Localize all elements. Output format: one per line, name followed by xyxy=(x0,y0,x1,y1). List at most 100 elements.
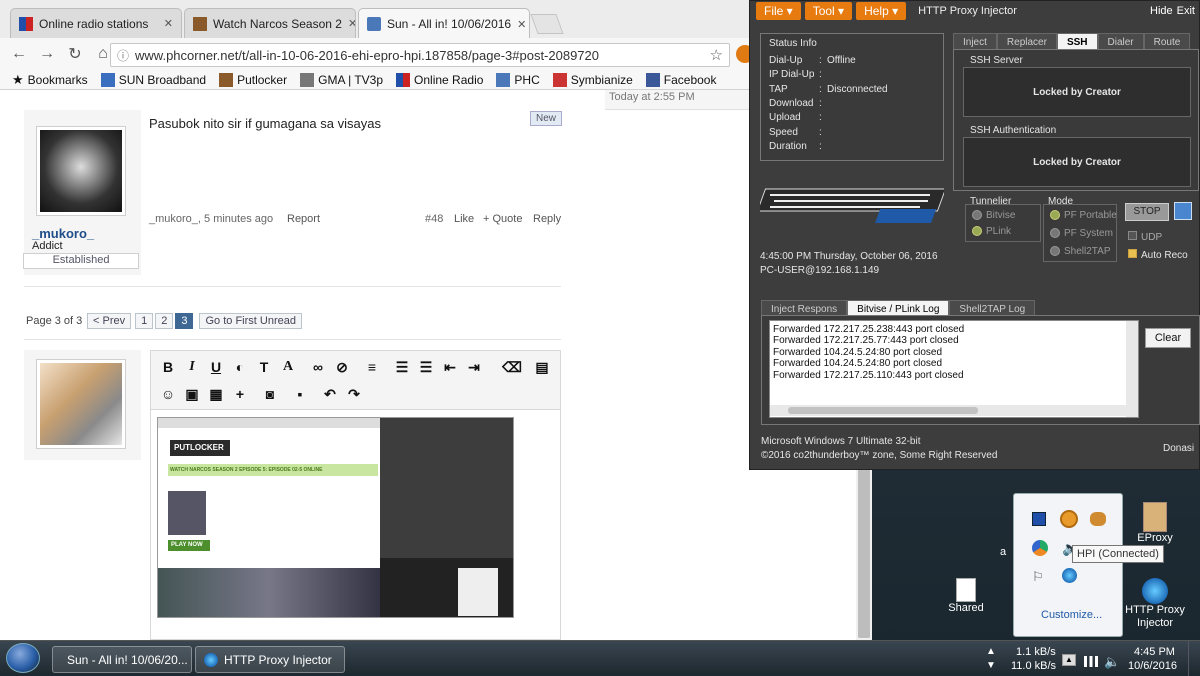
numbered-list-icon[interactable]: ☰ xyxy=(415,356,437,378)
plink-radio[interactable]: PLink xyxy=(972,226,1011,237)
donate-link[interactable]: Donasi xyxy=(1163,443,1194,454)
app-tray-icon[interactable] xyxy=(1060,510,1078,528)
media-icon[interactable]: ▦ xyxy=(205,383,227,405)
like-link[interactable]: Like xyxy=(454,213,474,225)
bookmark-item[interactable]: ★ Bookmarks xyxy=(12,72,88,88)
network-monitor-icon[interactable] xyxy=(1032,512,1046,526)
bookmark-item[interactable]: SUN Broadband xyxy=(100,72,206,87)
bookmark-item[interactable]: Online Radio xyxy=(396,72,483,87)
save-draft-icon[interactable]: ▪ xyxy=(289,383,311,405)
bookmark-item[interactable]: Symbianize xyxy=(552,72,633,87)
exit-button[interactable]: Exit xyxy=(1177,5,1200,17)
show-desktop-button[interactable] xyxy=(1188,641,1200,676)
browser-window: Online radio stations ✕ Watch Narcos Sea… xyxy=(0,0,872,640)
color-tray-icon[interactable] xyxy=(1032,540,1048,556)
log-vertical-scrollbar[interactable] xyxy=(1126,321,1138,417)
eproxy-desktop-icon[interactable]: EProxy xyxy=(1130,502,1180,544)
page-2-button[interactable]: 2 xyxy=(155,313,174,329)
file-menu[interactable]: File ▾ xyxy=(756,2,801,20)
reply-link[interactable]: Reply xyxy=(533,213,561,225)
address-bar[interactable]: ⓘ www.phcorner.net/t/all-in-10-06-2016-e… xyxy=(110,43,730,67)
prev-page-button[interactable]: < Prev xyxy=(87,313,132,329)
user-avatar[interactable] xyxy=(36,126,126,216)
radio-label: PF Portable xyxy=(1064,210,1117,221)
new-tab-button[interactable] xyxy=(530,14,564,34)
avatar-image xyxy=(40,363,122,445)
tray-icon[interactable] xyxy=(1090,512,1106,526)
bitvise-radio[interactable]: Bitvise xyxy=(972,210,1015,221)
smilie-icon[interactable]: ☺ xyxy=(157,383,179,405)
remove-format-icon[interactable]: ⌫ xyxy=(501,356,523,378)
link-icon[interactable]: ∞ xyxy=(307,356,329,378)
font-family-icon[interactable]: A xyxy=(277,356,299,378)
customize-link[interactable]: Customize... xyxy=(1041,609,1102,621)
unlink-icon[interactable]: ⊘ xyxy=(331,356,353,378)
close-icon[interactable]: ✕ xyxy=(517,18,526,31)
hpi-tray-icon[interactable] xyxy=(1062,568,1077,583)
network-signal-icon[interactable] xyxy=(1084,656,1098,667)
tab-online-radio[interactable]: Online radio stations ✕ xyxy=(10,8,182,38)
tool-menu[interactable]: Tool ▾ xyxy=(804,2,853,20)
text-color-icon[interactable]: ◐ xyxy=(229,356,251,378)
stop-button[interactable]: STOP xyxy=(1125,203,1169,221)
back-button[interactable]: ← xyxy=(10,45,28,63)
bookmark-item[interactable]: GMA | TV3p xyxy=(300,72,383,87)
flag-icon[interactable]: ⚐ xyxy=(1032,569,1044,585)
close-icon[interactable]: ✕ xyxy=(348,17,355,30)
clock-time[interactable]: 4:45 PM xyxy=(1134,646,1175,658)
align-icon[interactable]: ≡ xyxy=(361,356,383,378)
forward-button[interactable]: → xyxy=(38,45,56,63)
shell2tap-radio[interactable]: Shell2TAP xyxy=(1050,246,1111,257)
clock-date[interactable]: 10/6/2016 xyxy=(1128,660,1177,672)
page-3-button[interactable]: 3 xyxy=(175,313,194,329)
bullet-list-icon[interactable]: ☰ xyxy=(391,356,413,378)
underline-button[interactable]: U xyxy=(205,356,227,378)
taskbar-hpi-button[interactable]: HTTP Proxy Injector xyxy=(195,646,345,673)
desktop-icon-label: HTTP Proxy Injector xyxy=(1125,604,1185,629)
redo-icon[interactable]: ↷ xyxy=(343,383,365,405)
log-output[interactable]: Forwarded 172.217.25.238:443 port closed… xyxy=(769,320,1139,418)
font-size-icon[interactable]: T xyxy=(253,356,275,378)
hpi-desktop-icon[interactable]: HTTP Proxy Injector xyxy=(1120,578,1190,630)
star-icon[interactable]: ☆ xyxy=(710,46,723,64)
quote-link[interactable]: + Quote xyxy=(483,213,522,225)
bold-button[interactable]: B xyxy=(157,356,179,378)
pf-system-radio[interactable]: PF System xyxy=(1050,228,1113,239)
reload-button[interactable]: ↻ xyxy=(66,44,84,64)
shared-desktop-icon[interactable]: Shared xyxy=(944,578,988,614)
auto-reco-checkbox[interactable]: Auto Reco xyxy=(1128,249,1188,261)
tab-title: Online radio stations xyxy=(39,16,149,31)
taskbar-chrome-button[interactable]: Sun - All in! 10/06/20... xyxy=(52,646,192,673)
udp-checkbox[interactable]: UDP xyxy=(1128,231,1162,243)
page-1-button[interactable]: 1 xyxy=(135,313,154,329)
pf-portable-radio[interactable]: PF Portable xyxy=(1050,210,1117,221)
username-link[interactable]: _mukoro_ xyxy=(32,226,94,241)
image-icon[interactable]: ▣ xyxy=(181,383,203,405)
insert-icon[interactable]: + xyxy=(229,383,251,405)
undo-icon[interactable]: ↶ xyxy=(319,383,341,405)
speaker-icon[interactable]: 🔈 xyxy=(1104,654,1120,670)
bookmark-item[interactable]: Putlocker xyxy=(219,72,287,87)
settings-icon[interactable] xyxy=(1174,202,1192,220)
close-icon[interactable]: ✕ xyxy=(164,17,173,30)
source-icon[interactable]: ▤ xyxy=(531,356,553,378)
start-button[interactable] xyxy=(6,643,40,673)
log-horizontal-scrollbar[interactable] xyxy=(770,405,1126,416)
report-link[interactable]: Report xyxy=(287,213,320,225)
bookmark-item[interactable]: PHC xyxy=(496,72,540,87)
help-menu[interactable]: Help ▾ xyxy=(856,2,907,20)
indent-icon[interactable]: ⇥ xyxy=(463,356,485,378)
show-hidden-icons-button[interactable]: ▲ xyxy=(1062,654,1076,666)
camera-icon[interactable]: ◙ xyxy=(259,383,281,405)
bookmark-item[interactable]: Facebook xyxy=(645,72,716,87)
post-number[interactable]: #48 xyxy=(425,213,443,225)
clear-log-button[interactable]: Clear xyxy=(1145,328,1191,348)
tab-narcos[interactable]: Watch Narcos Season 2 ✕ xyxy=(184,8,356,38)
italic-button[interactable]: I xyxy=(181,356,203,378)
outdent-icon[interactable]: ⇤ xyxy=(439,356,461,378)
first-unread-button[interactable]: Go to First Unread xyxy=(199,313,302,329)
menu-label: Help xyxy=(864,4,889,18)
hide-button[interactable]: Hide xyxy=(1150,5,1173,17)
scrollbar-thumb[interactable] xyxy=(788,407,978,414)
tab-sun-all-in[interactable]: Sun - All in! 10/06/2016 ✕ xyxy=(358,8,530,39)
